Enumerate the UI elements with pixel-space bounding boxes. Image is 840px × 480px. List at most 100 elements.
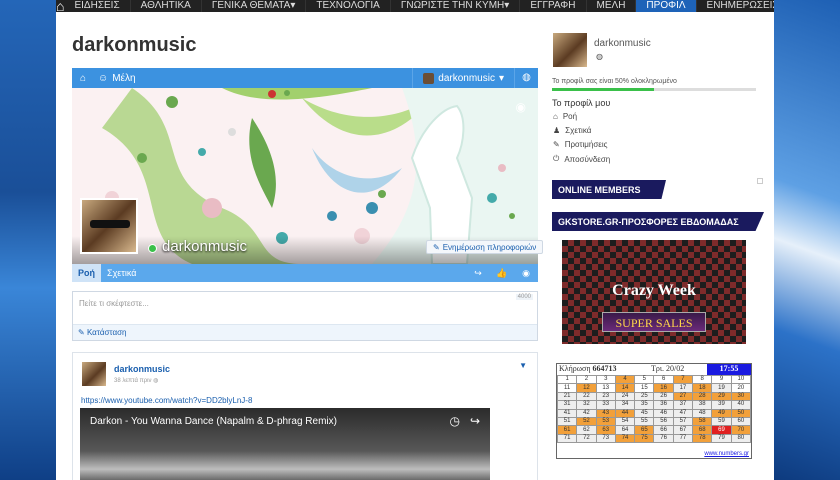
profile-avatar[interactable] (80, 198, 138, 254)
lotto-number: 77 (672, 433, 694, 444)
members-link[interactable]: ☺ Μέλη (98, 73, 136, 84)
profile-menu-item[interactable]: ⌂ Ροή (553, 112, 577, 121)
lotto-number: 56 (653, 416, 674, 427)
promo-banner[interactable]: Crazy Week SUPER SALES (562, 240, 746, 344)
lotto-number: 49 (711, 408, 732, 418)
update-info-button[interactable]: ✎ Ενημέρωση πληροφοριών (426, 240, 544, 254)
globe-icon[interactable]: ◍ (514, 68, 538, 88)
video-title: Darkon - You Wanna Dance (Napalm & D-phr… (90, 416, 337, 427)
post-author[interactable]: darkonmusic (114, 364, 170, 374)
background-left (0, 0, 56, 480)
lotto-number: 11 (556, 383, 578, 393)
tab-feed[interactable]: Ροή (72, 264, 101, 282)
clock-icon[interactable]: ◷ (449, 414, 459, 428)
lotto-number: 55 (634, 416, 655, 427)
status-button[interactable]: Κατάσταση (87, 328, 127, 337)
lotto-number: 33 (595, 400, 616, 410)
lotto-number: 32 (576, 400, 597, 410)
globe-icon: ◍ (153, 378, 159, 384)
users-icon: ☺ (98, 72, 109, 84)
nav-item[interactable]: ΕΙΔΗΣΕΙΣ (64, 0, 131, 12)
pencil-icon: ✎ (78, 328, 85, 337)
camera-icon[interactable]: ◉ (516, 100, 526, 114)
user-menu[interactable]: darkonmusic ▾ (412, 68, 514, 88)
lotto-number: 74 (614, 433, 636, 444)
profile-menu-item[interactable]: ⏻ Αποσύνδεση (553, 154, 610, 164)
lotto-number: 44 (614, 408, 636, 418)
lotto-header: Κλήρωση 664713 Τρι. 20/02 17:55 (557, 364, 751, 375)
post-time-text: 38 λεπτά πριν (114, 378, 152, 384)
nav-item[interactable]: ΓΝΩΡΙΣΤΕ ΤΗΝ ΚΥΜΗ ▾ (391, 0, 521, 12)
nav-item[interactable]: ΜΕΛΗ (587, 0, 637, 12)
avatar (423, 72, 435, 84)
status-composer[interactable]: Πείτε τι σκέφτεστε... 4000 ✎ Κατάσταση (72, 291, 538, 341)
eye-icon[interactable]: ◉ (514, 268, 538, 279)
post-link[interactable]: https://www.youtube.com/watch?v=DD2blyLn… (81, 396, 252, 405)
lotto-number: 60 (730, 416, 752, 427)
profile-menu-title: Το προφίλ μου (552, 98, 611, 108)
lotto-number: 64 (614, 425, 636, 435)
lotto-number: 58 (692, 416, 713, 427)
lotto-number: 73 (595, 433, 616, 444)
lotto-number: 10 (730, 374, 752, 385)
lotto-number: 22 (576, 391, 597, 402)
lotto-number: 51 (556, 416, 578, 427)
nav-item[interactable]: ΑΘΛΗΤΙΚΑ (131, 0, 202, 12)
nav-item-label: ΕΝΗΜΕΡΩΣΕΙΣ (706, 0, 774, 11)
lotto-number: 45 (634, 408, 655, 418)
sidebar-username[interactable]: darkonmusic (594, 38, 651, 49)
home-icon[interactable]: ⌂ (72, 73, 94, 84)
lotto-number: 71 (556, 433, 578, 444)
nav-item[interactable]: ΕΝΗΜΕΡΩΣΕΙΣ (697, 0, 774, 12)
nav-item[interactable]: ΓΕΝΙΚΑ ΘΕΜΑΤΑ ▾ (202, 0, 307, 12)
lotto-number: 29 (711, 391, 732, 402)
lotto-number: 2 (576, 374, 597, 385)
sidebar-avatar[interactable] (553, 33, 587, 67)
post-avatar[interactable] (82, 362, 106, 386)
share-icon[interactable]: ↪ (470, 414, 480, 428)
lotto-number: 63 (595, 425, 616, 435)
lotto-draw-number: 664713 (592, 364, 617, 373)
lotto-number: 20 (730, 383, 752, 393)
progress-fill (552, 88, 654, 91)
profile-name: darkonmusic (162, 238, 248, 255)
lotto-number: 42 (576, 408, 597, 418)
video-embed[interactable]: Darkon - You Wanna Dance (Napalm & D-phr… (80, 408, 490, 480)
lotto-number: 12 (576, 383, 597, 393)
lotto-number: 15 (634, 383, 655, 393)
like-icon[interactable]: 👍 (490, 268, 514, 279)
lotto-footer-link[interactable]: www.numbers.gr (704, 451, 749, 457)
share-icon[interactable]: ↪ (466, 268, 490, 279)
tab-about[interactable]: Σχετικά (101, 264, 142, 282)
nav-item[interactable]: ΠΡΟΦΙΛ (636, 0, 697, 12)
lotto-number: 36 (653, 400, 674, 410)
home-icon[interactable]: ⌂ (56, 0, 64, 12)
members-label: Μέλη (112, 72, 136, 84)
tab-actions: ↪ 👍 ◉ (466, 268, 538, 279)
nav-item-label: ΕΙΔΗΣΕΙΣ (74, 0, 120, 11)
lotto-number: 79 (711, 433, 732, 444)
lotto-number: 68 (692, 425, 713, 435)
post-menu-chevron-icon[interactable]: ▼ (519, 361, 527, 370)
nav-item[interactable]: ΕΓΓΡΑΦΗ (520, 0, 587, 12)
lotto-number: 52 (576, 416, 597, 427)
composer-input[interactable]: Πείτε τι σκέφτεστε... (79, 299, 149, 308)
lotto-number: 38 (692, 400, 713, 410)
nav-item[interactable]: ΤΕΧΝΟΛΟΓΙΑ (306, 0, 391, 12)
lotto-number: 14 (614, 383, 636, 393)
lotto-number: 27 (672, 391, 694, 402)
char-counter: 4000 (515, 294, 533, 300)
profile-menu-label: Σχετικά (565, 126, 592, 135)
profile-menu-item[interactable]: ✎ Προτιμήσεις (553, 140, 608, 149)
composer-footer: ✎ Κατάσταση (73, 324, 537, 340)
profile-menu-item[interactable]: ♟ Σχετικά (553, 126, 591, 135)
chevron-down-icon: ▾ (498, 72, 504, 84)
scroll-handle[interactable] (757, 178, 763, 184)
lotto-number: 7 (672, 374, 694, 385)
lotto-number: 31 (556, 400, 578, 410)
lotto-number: 54 (614, 416, 636, 427)
lotto-grid: 1 2 3 4 5 6 7 8 9 10 11 12 13 14 15 16 17 18 19 20 21 22 23 24 2… (556, 374, 752, 444)
lotto-widget[interactable]: Κλήρωση 664713 Τρι. 20/02 17:55 12345678… (556, 363, 752, 459)
profile-completeness: Το προφίλ σας είναι 50% ολοκληρωμένο (552, 78, 677, 85)
nav-items: ΕΙΔΗΣΕΙΣ ΑΘΛΗΤΙΚΑ ΓΕΝΙΚΑ ΘΕΜΑΤΑ ▾ ΤΕΧΝΟΛΟΓΙΑ… (64, 0, 774, 12)
